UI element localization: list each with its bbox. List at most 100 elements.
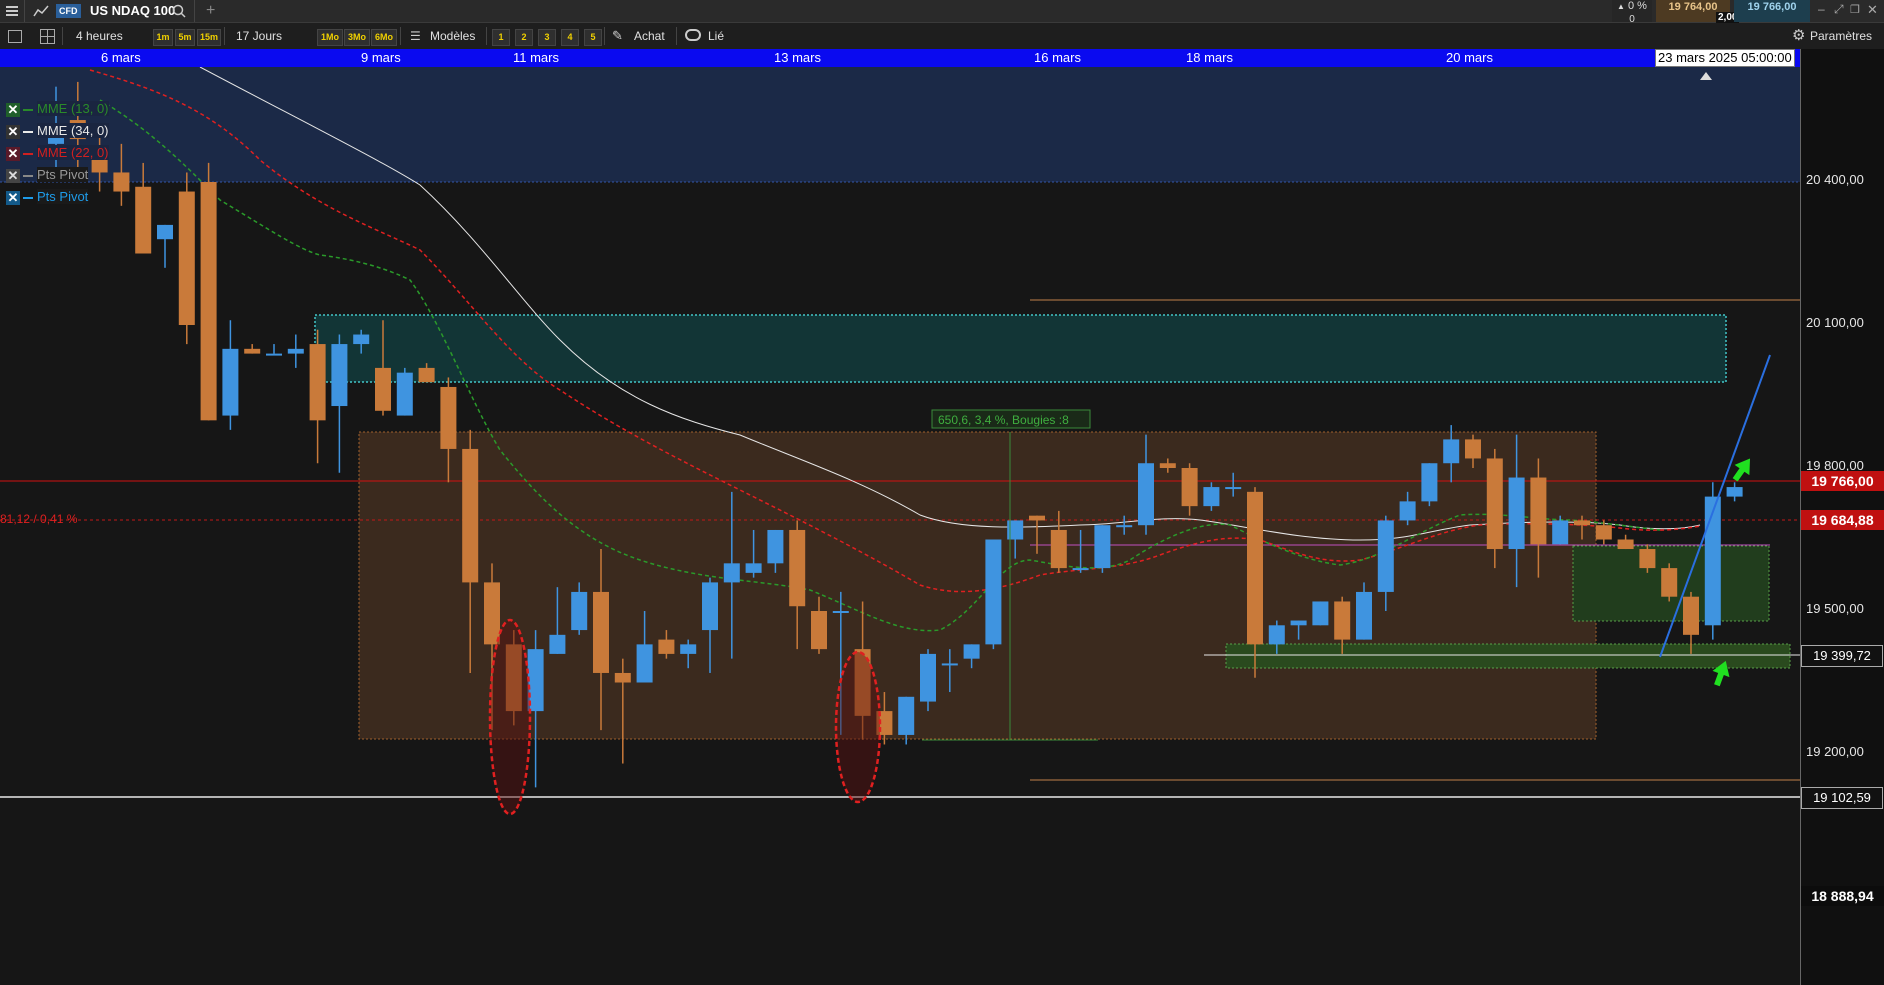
span-6mo[interactable]: 6Mo <box>371 29 397 46</box>
bearish-candle[interactable] <box>1159 463 1176 468</box>
list-icon[interactable] <box>8 30 22 43</box>
bullish-candle[interactable] <box>353 334 370 345</box>
bullish-candle[interactable] <box>1094 525 1111 569</box>
bullish-candle[interactable] <box>702 582 718 631</box>
bearish-candle[interactable] <box>484 582 500 645</box>
expand-icon[interactable]: ⤢ <box>1834 2 1844 17</box>
gear-icon[interactable]: ⚙ <box>1792 26 1805 44</box>
bullish-candle[interactable] <box>287 348 304 354</box>
bearish-candle[interactable] <box>440 386 457 449</box>
remove-icon[interactable]: ✕ <box>6 146 20 161</box>
layout-grid-icon[interactable] <box>40 29 55 44</box>
bullish-candle[interactable] <box>1116 525 1133 528</box>
bullish-candle[interactable] <box>745 563 762 573</box>
minimize-icon[interactable]: – <box>1818 2 1825 16</box>
bearish-candle[interactable] <box>1181 468 1198 507</box>
price-chart[interactable]: 650,6, 3,4 %, Bougies :8 <box>0 67 1800 985</box>
bearish-candle[interactable] <box>1465 439 1481 459</box>
bullish-candle[interactable] <box>767 529 784 564</box>
bearish-candle[interactable] <box>113 172 130 192</box>
bullish-candle[interactable] <box>331 344 348 407</box>
bearish-candle[interactable] <box>1661 568 1678 597</box>
legend-item[interactable]: ✕ MME (13, 0) <box>6 99 109 118</box>
span-3mo[interactable]: 3Mo <box>344 29 370 46</box>
layout-4[interactable]: 4 <box>561 29 579 46</box>
bearish-candle[interactable] <box>1683 596 1699 635</box>
bearish-candle[interactable] <box>200 182 217 421</box>
bearish-candle[interactable] <box>658 639 675 654</box>
layout-3[interactable]: 3 <box>538 29 556 46</box>
bearish-candle[interactable] <box>1639 549 1656 569</box>
bearish-candle[interactable] <box>1595 525 1612 540</box>
bullish-candle[interactable] <box>963 644 980 659</box>
bearish-candle[interactable] <box>614 672 631 683</box>
bullish-candle[interactable] <box>1290 620 1307 626</box>
bullish-candle[interactable] <box>1312 601 1329 626</box>
legend-item[interactable]: ✕ Pts Pivot <box>6 187 89 206</box>
instrument-symbol[interactable]: US NDAQ 100 <box>90 0 175 22</box>
layout-5[interactable]: 5 <box>584 29 602 46</box>
timeframe-15m[interactable]: 15m <box>197 29 221 46</box>
bearish-candle[interactable] <box>1029 515 1045 521</box>
bullish-candle[interactable] <box>1508 477 1525 550</box>
close-icon[interactable]: ✕ <box>1867 2 1878 18</box>
bearish-candle[interactable] <box>1530 477 1547 545</box>
bullish-candle[interactable] <box>266 353 282 356</box>
bullish-candle[interactable] <box>898 696 915 735</box>
legend-item[interactable]: ✕ MME (34, 0) <box>6 121 109 140</box>
bullish-candle[interactable] <box>1443 439 1460 464</box>
bearish-candle[interactable] <box>178 191 195 325</box>
bearish-candle[interactable] <box>135 186 152 254</box>
bullish-candle[interactable] <box>1225 487 1242 490</box>
span-1mo[interactable]: 1Mo <box>317 29 343 46</box>
buy-button[interactable]: Achat <box>634 23 665 49</box>
bullish-candle[interactable] <box>680 644 697 654</box>
bullish-candle[interactable] <box>1072 568 1089 571</box>
bearish-candle[interactable] <box>418 367 435 383</box>
bullish-candle[interactable] <box>941 663 958 666</box>
bullish-candle[interactable] <box>549 634 566 654</box>
bullish-candle[interactable] <box>832 611 849 613</box>
bearish-candle[interactable] <box>1050 529 1067 569</box>
bearish-candle[interactable] <box>1247 491 1263 645</box>
bearish-candle[interactable] <box>375 367 391 411</box>
layout-1[interactable]: 1 <box>492 29 510 46</box>
buy-price[interactable]: 19 766,00 <box>1734 0 1810 22</box>
bullish-candle[interactable] <box>396 372 413 416</box>
layout-2[interactable]: 2 <box>515 29 533 46</box>
remove-icon[interactable]: ✕ <box>6 102 20 117</box>
bearish-candle[interactable] <box>1617 539 1634 550</box>
legend-item[interactable]: ✕ MME (22, 0) <box>6 143 109 162</box>
bullish-candle[interactable] <box>1356 591 1372 640</box>
remove-icon[interactable]: ✕ <box>6 168 20 183</box>
period-select[interactable]: 4 heures <box>76 23 123 49</box>
bullish-candle[interactable] <box>1704 496 1721 626</box>
bullish-candle[interactable] <box>222 348 239 416</box>
restore-icon[interactable]: ❐ <box>1850 3 1860 16</box>
bearish-candle[interactable] <box>309 344 326 421</box>
legend-item[interactable]: ✕ Pts Pivot <box>6 165 89 184</box>
bullish-candle[interactable] <box>1203 487 1220 507</box>
bullish-candle[interactable] <box>636 644 653 683</box>
hamburger-icon[interactable] <box>6 4 18 18</box>
range-select[interactable]: 17 Jours <box>236 23 282 49</box>
timeframe-1m[interactable]: 1m <box>153 29 173 46</box>
bullish-candle[interactable] <box>571 591 588 631</box>
remove-icon[interactable]: ✕ <box>6 190 20 205</box>
bullish-candle[interactable] <box>1421 463 1438 502</box>
bearish-candle[interactable] <box>1486 458 1503 550</box>
bullish-candle[interactable] <box>1138 463 1154 526</box>
bullish-candle[interactable] <box>985 539 1002 645</box>
plus-icon[interactable]: + <box>206 0 215 22</box>
bullish-candle[interactable] <box>157 224 173 240</box>
bearish-candle[interactable] <box>1334 601 1351 640</box>
bullish-candle[interactable] <box>1552 520 1569 545</box>
settings-button[interactable]: Paramètres <box>1810 23 1872 49</box>
bullish-candle[interactable] <box>1377 520 1394 592</box>
bearish-candle[interactable] <box>811 611 827 650</box>
models-button[interactable]: Modèles <box>430 23 475 49</box>
timeframe-5m[interactable]: 5m <box>175 29 195 46</box>
bearish-candle[interactable] <box>1574 520 1590 526</box>
bullish-candle[interactable] <box>723 563 740 583</box>
bullish-candle[interactable] <box>1726 487 1743 497</box>
